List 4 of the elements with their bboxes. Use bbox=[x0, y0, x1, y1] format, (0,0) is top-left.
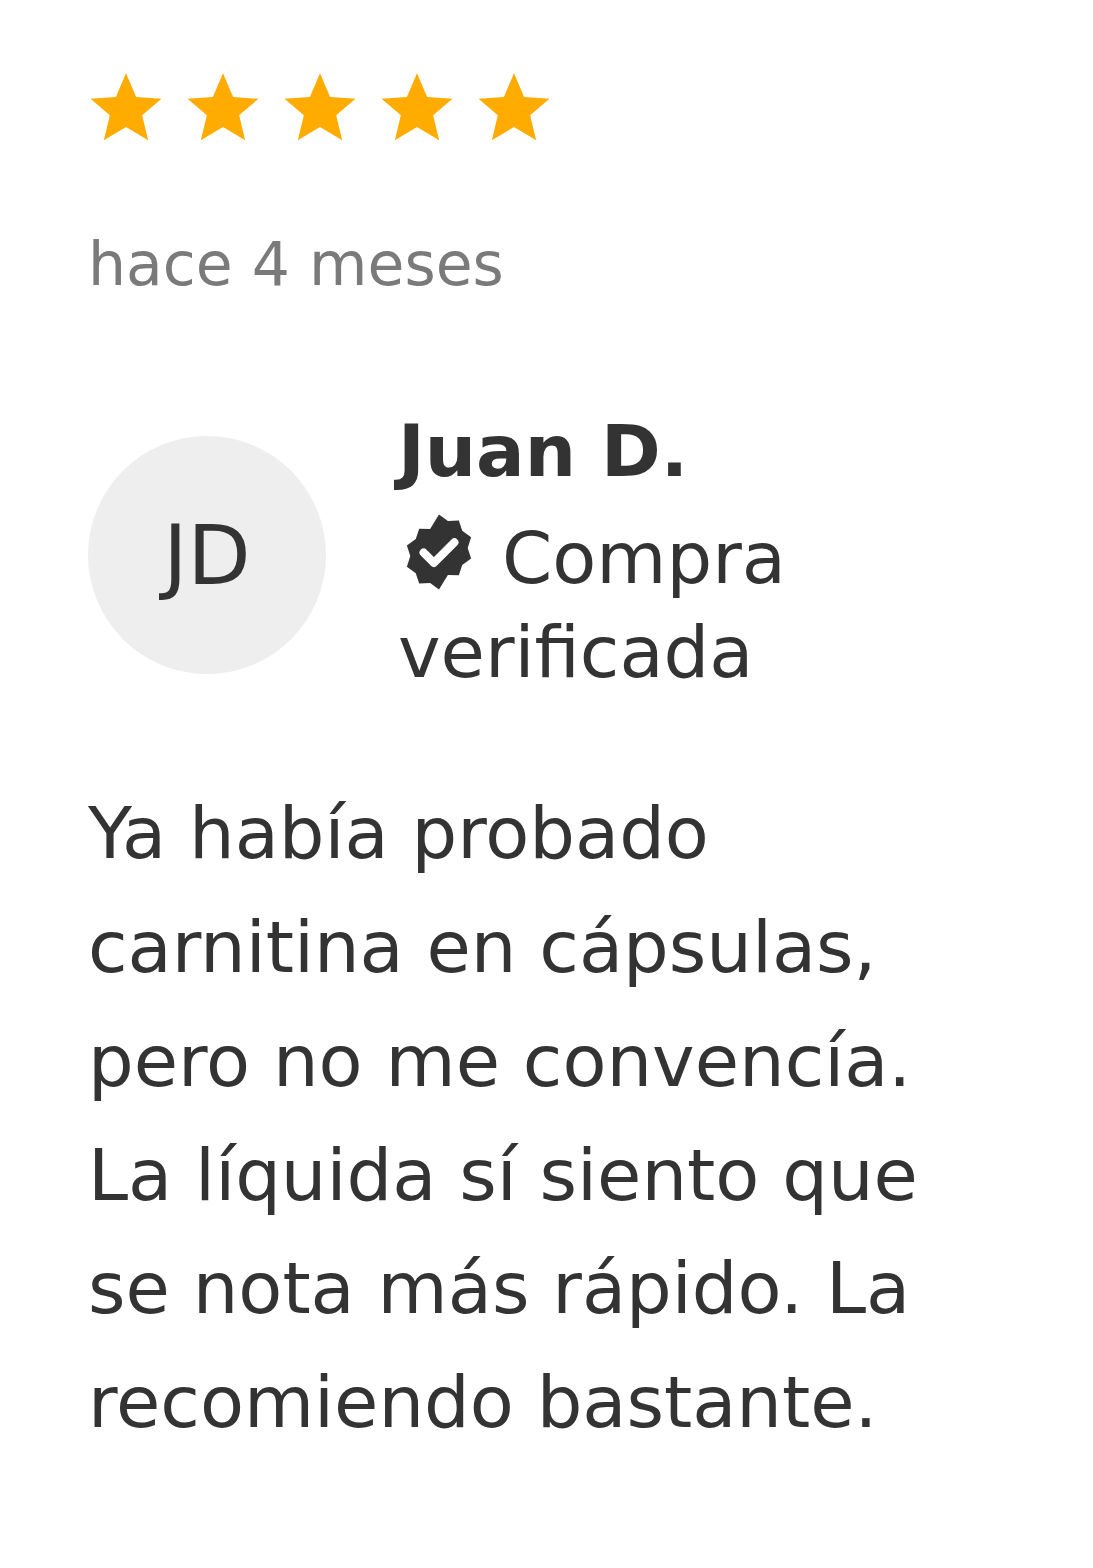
verified-label: Compra verificada bbox=[398, 511, 858, 700]
review-date: hace 4 meses bbox=[88, 234, 505, 294]
avatar: JD bbox=[88, 436, 326, 674]
review-text: Ya había probado carnitina en cápsulas, pero no me convencía. La líquida sí siento que se nota más rápido. La recomiendo bastante. bbox=[88, 790, 919, 1447]
